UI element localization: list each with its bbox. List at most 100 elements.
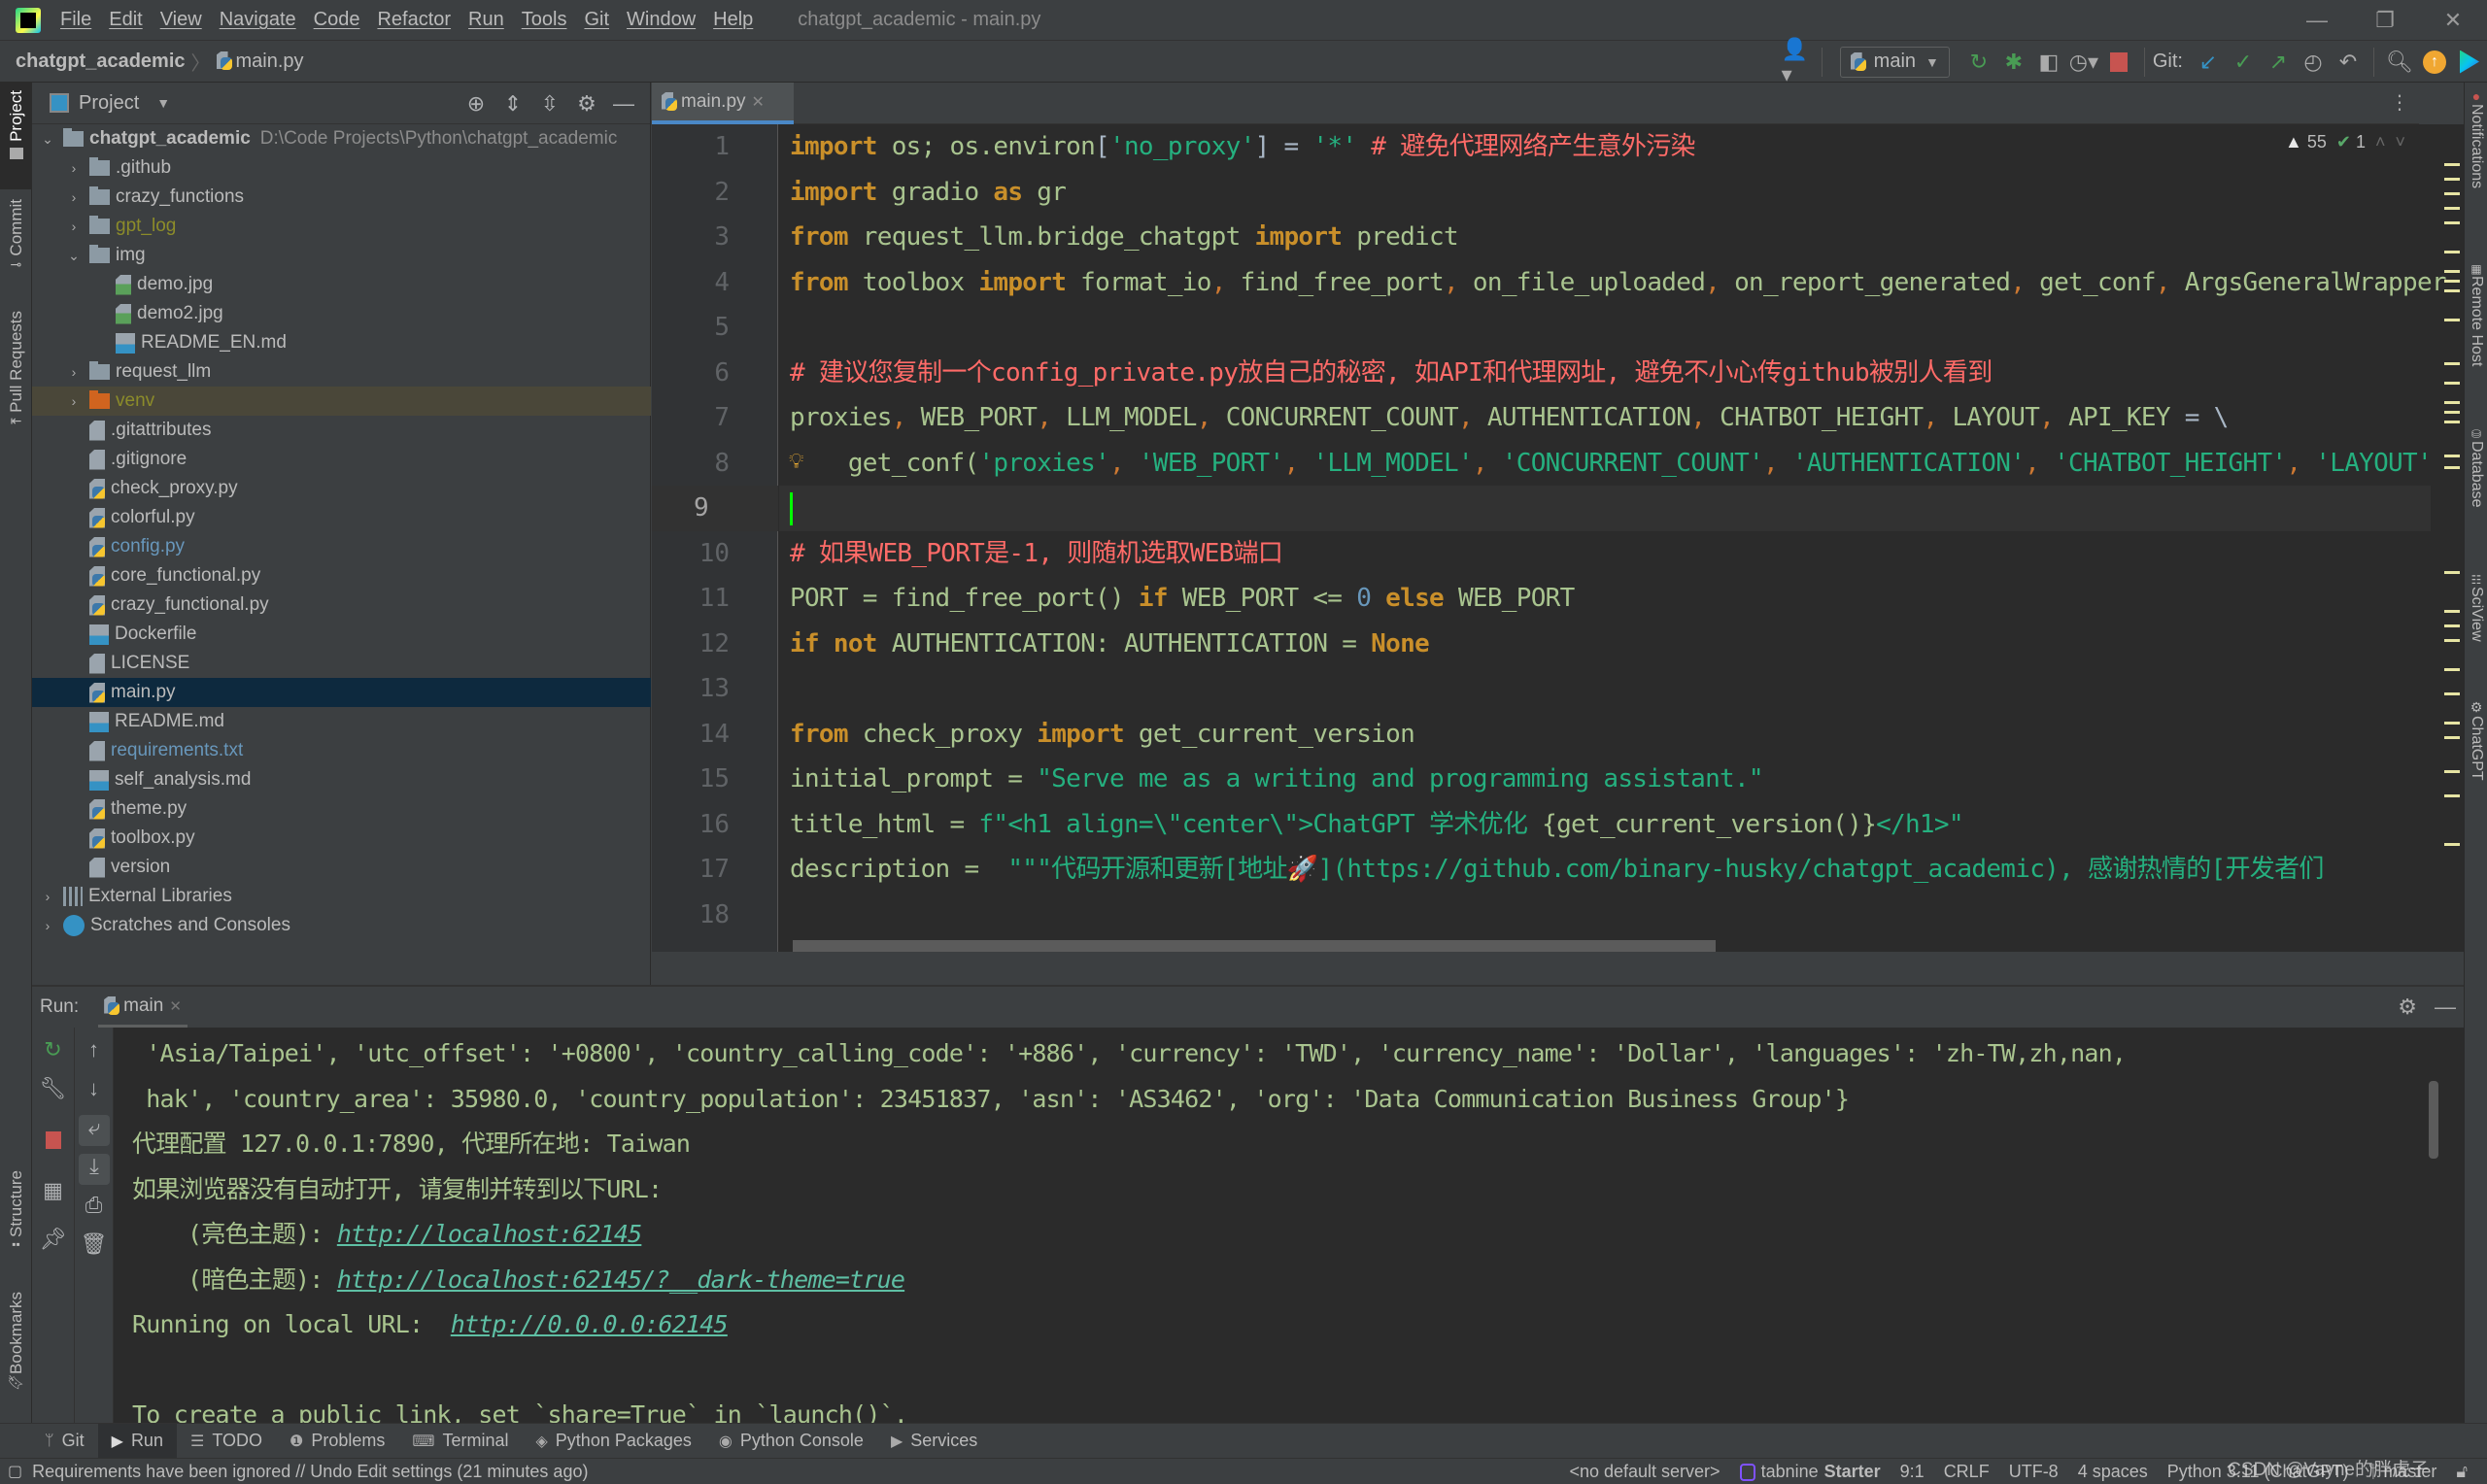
warning-marker[interactable] (2444, 207, 2460, 210)
warning-marker[interactable] (2444, 421, 2460, 423)
close-tab-icon[interactable]: ✕ (169, 997, 182, 1015)
git-push-icon[interactable]: ↗ (2264, 48, 2293, 77)
tool-tab-notifications[interactable]: ● Notifications (2465, 88, 2487, 253)
layout-icon[interactable]: ▦ (32, 1178, 74, 1203)
code-line[interactable]: from toolbox import format_io, find_free… (779, 260, 2447, 306)
expand-all-icon[interactable]: ⇕ (494, 91, 531, 117)
tree-item[interactable]: colorful.py (32, 503, 651, 532)
tree-item[interactable]: README_EN.md (32, 328, 651, 357)
caret-position[interactable]: 9:1 (1900, 1462, 1925, 1482)
hide-icon[interactable]: — (605, 91, 642, 117)
menu-refactor[interactable]: Refactor (377, 9, 451, 31)
run-tab-main[interactable]: main ✕ (98, 987, 187, 1028)
tree-item[interactable]: README.md (32, 707, 651, 736)
warning-marker[interactable] (2444, 466, 2460, 469)
menu-help[interactable]: Help (713, 9, 753, 31)
editor-tab-main-py[interactable]: main.py ✕ (652, 83, 794, 124)
error-stripe[interactable] (2444, 163, 2464, 921)
code-line[interactable] (779, 305, 790, 351)
hide-icon[interactable]: — (2435, 995, 2456, 1020)
close-tab-icon[interactable]: ✕ (752, 92, 765, 112)
gear-icon[interactable]: ⚙ (568, 91, 605, 117)
warning-marker[interactable] (2444, 455, 2460, 457)
warning-marker[interactable] (2444, 571, 2460, 574)
tree-scratches[interactable]: › Scratches and Consoles (32, 911, 651, 940)
tree-item[interactable]: main.py (32, 678, 651, 707)
tree-item[interactable]: crazy_functional.py (32, 590, 651, 620)
warning-marker[interactable] (2444, 319, 2460, 321)
console-scrollbar[interactable] (2429, 1081, 2438, 1159)
tabnine-widget[interactable]: tabnine Starter (1739, 1462, 1881, 1482)
breadcrumb-file[interactable]: main.py (236, 51, 304, 73)
stop-icon[interactable] (32, 1130, 74, 1155)
collapse-all-icon[interactable]: ⇳ (531, 91, 568, 117)
status-message[interactable]: Requirements have been ignored // Undo E… (32, 1462, 588, 1482)
code-line[interactable]: from check_proxy import get_current_vers… (779, 712, 1415, 758)
tree-root[interactable]: ⌄ chatgpt_academic D:\Code Projects\Pyth… (32, 124, 651, 153)
tree-item[interactable]: config.py (32, 532, 651, 561)
warning-count[interactable]: 55 (2285, 132, 2327, 152)
lock-icon[interactable]: 🔓︎ (2456, 1462, 2468, 1482)
warning-marker[interactable] (2444, 178, 2460, 181)
warning-marker[interactable] (2444, 722, 2460, 725)
warning-marker[interactable] (2444, 843, 2460, 846)
chevron-right-icon[interactable]: › (38, 889, 57, 904)
weak-warning-count[interactable]: 1 (2336, 132, 2366, 152)
warning-marker[interactable] (2444, 411, 2460, 414)
profile-icon[interactable]: ◷▾ (2069, 48, 2098, 77)
inspection-widget[interactable]: 55 1 ˄ ˅ (2285, 132, 2405, 152)
chevron-right-icon[interactable]: › (64, 393, 84, 409)
code-line[interactable]: import gradio as gr (779, 170, 1067, 216)
warning-marker[interactable] (2444, 624, 2460, 627)
warning-marker[interactable] (2444, 668, 2460, 671)
tool-window-run[interactable]: ▶ Run (97, 1423, 177, 1459)
pin-icon[interactable]: 📌︎ (32, 1227, 74, 1252)
chevron-right-icon[interactable]: › (64, 364, 84, 380)
history-icon[interactable]: ◴ (2299, 48, 2328, 77)
deployment-server[interactable]: <no default server> (1569, 1462, 1720, 1482)
code-line[interactable]: from request_llm.bridge_chatgpt import p… (779, 215, 1459, 260)
warning-marker[interactable] (2444, 610, 2460, 613)
chevron-down-icon[interactable]: ⌄ (38, 131, 57, 148)
menu-view[interactable]: View (160, 9, 202, 31)
tree-item[interactable]: › request_llm (32, 357, 651, 387)
tree-item[interactable]: version (32, 853, 651, 882)
console-link[interactable]: http://localhost:62145 (337, 1220, 642, 1248)
lightbulb-icon[interactable]: 💡︎ (789, 449, 803, 474)
arrow-up-icon[interactable]: ↑ (75, 1037, 113, 1062)
tree-external-libraries[interactable]: › External Libraries (32, 882, 651, 911)
tree-item[interactable]: ⌄ img (32, 241, 651, 270)
chevron-right-icon[interactable]: › (64, 219, 84, 234)
code-line[interactable]: # 如果WEB_PORT是-1, 则随机选取WEB端口 (779, 531, 1283, 577)
tool-tab-structure[interactable]: Structure ▪▪ (0, 1170, 32, 1277)
warning-marker[interactable] (2444, 280, 2460, 283)
run-configuration-selector[interactable]: main ▼ (1839, 46, 1950, 78)
line-separator[interactable]: CRLF (1944, 1462, 1990, 1482)
warning-marker[interactable] (2444, 270, 2460, 273)
console-link[interactable]: http://localhost:62145/?__dark-theme=tru… (337, 1265, 905, 1294)
warning-marker[interactable] (2444, 289, 2460, 292)
close-window-button[interactable]: ✕ (2419, 0, 2487, 41)
tree-item[interactable]: demo2.jpg (32, 299, 651, 328)
menu-window[interactable]: Window (627, 9, 696, 31)
rerun-icon[interactable]: ↻ (1964, 48, 1993, 77)
rerun-icon[interactable]: ↻ (32, 1037, 74, 1062)
file-encoding[interactable]: UTF-8 (2009, 1462, 2059, 1482)
warning-marker[interactable] (2444, 401, 2460, 404)
print-icon[interactable]: ⎙ (75, 1193, 113, 1218)
code-line[interactable] (779, 893, 790, 938)
tree-item[interactable]: › crazy_functions (32, 183, 651, 212)
project-view-selector[interactable]: Project (79, 92, 139, 115)
toggle-tool-windows-icon[interactable]: ▢ (8, 1462, 22, 1481)
stop-icon[interactable] (2104, 48, 2133, 77)
code-line[interactable] (779, 666, 790, 712)
debug-icon[interactable]: ✱ (1999, 48, 2028, 77)
wrench-icon[interactable]: 🔧︎ (32, 1076, 74, 1101)
warning-marker[interactable] (2444, 770, 2460, 773)
locate-icon[interactable]: ⊕ (458, 91, 494, 117)
code-line[interactable] (779, 486, 2431, 531)
tree-item[interactable]: › gpt_log (32, 212, 651, 241)
menu-git[interactable]: Git (584, 9, 609, 31)
rollback-icon[interactable]: ↶ (2334, 48, 2363, 77)
tree-item[interactable]: core_functional.py (32, 561, 651, 590)
